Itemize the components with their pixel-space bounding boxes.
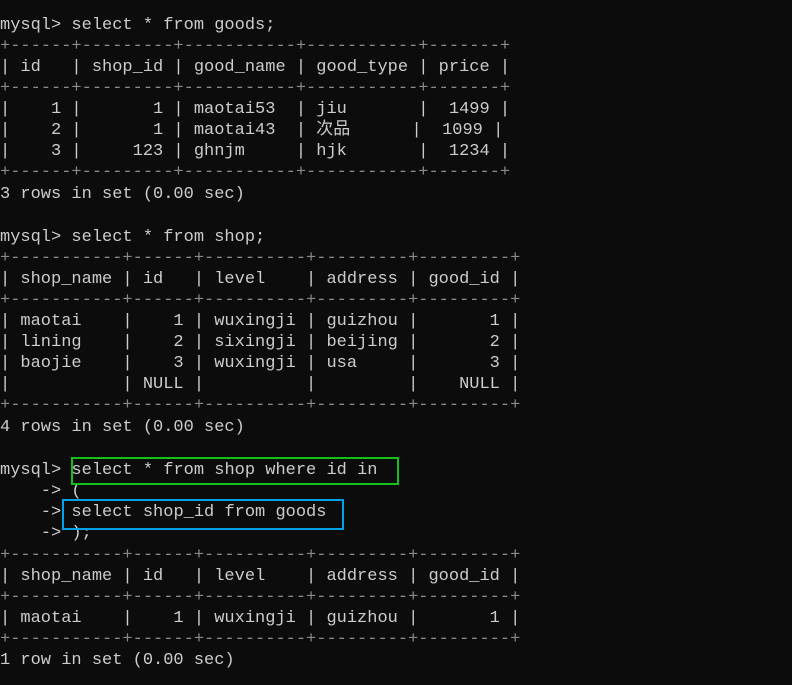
- table-border: +------+---------+-----------+----------…: [0, 163, 511, 182]
- table-border: +-----------+------+----------+---------…: [0, 396, 521, 415]
- continuation-line: -> select shop_id from goods: [0, 502, 327, 523]
- command-line-goods: mysql> select * from goods;: [0, 16, 276, 35]
- table-border: +------+---------+-----------+----------…: [0, 79, 511, 98]
- table-row: | 1 | 1 | maotai53 | jiu | 1499 |: [0, 100, 511, 119]
- terminal-window[interactable]: mysql> select * from goods; +------+----…: [0, 0, 792, 685]
- table-row: | 2 | 1 | maotai43 | 次品 | 1099 |: [0, 121, 504, 140]
- table-border: +-----------+------+----------+---------…: [0, 546, 521, 565]
- result-status: 4 rows in set (0.00 sec): [0, 418, 245, 437]
- mysql-prompt: mysql>: [0, 461, 72, 480]
- query-text-outer: select * from shop where id in: [71, 461, 378, 480]
- query-text-inner: select shop_id from goods: [71, 503, 327, 522]
- continuation-line: -> );: [0, 524, 92, 543]
- table-header: | shop_name | id | level | address | goo…: [0, 270, 521, 289]
- continuation-prompt: ->: [0, 503, 72, 522]
- table-row: | lining | 2 | sixingji | beijing | 2 |: [0, 333, 521, 352]
- continuation-line: -> (: [0, 482, 82, 501]
- table-border: +-----------+------+----------+---------…: [0, 291, 521, 310]
- table-header: | id | shop_id | good_name | good_type |…: [0, 58, 511, 77]
- table-border: +------+---------+-----------+----------…: [0, 37, 511, 56]
- table-border: +-----------+------+----------+---------…: [0, 588, 521, 607]
- table-header: | shop_name | id | level | address | goo…: [0, 567, 521, 586]
- command-line-subquery: mysql> select * from shop where id in: [0, 460, 377, 481]
- command-line-shop: mysql> select * from shop;: [0, 228, 266, 247]
- table-row: | | NULL | | | NULL |: [0, 375, 521, 394]
- table-row: | maotai | 1 | wuxingji | guizhou | 1 |: [0, 609, 521, 628]
- table-row: | baojie | 3 | wuxingji | usa | 3 |: [0, 354, 521, 373]
- table-row: | maotai | 1 | wuxingji | guizhou | 1 |: [0, 312, 521, 331]
- table-border: +-----------+------+----------+---------…: [0, 249, 521, 268]
- result-status: 3 rows in set (0.00 sec): [0, 185, 245, 204]
- table-border: +-----------+------+----------+---------…: [0, 630, 521, 649]
- result-status: 1 row in set (0.00 sec): [0, 651, 235, 670]
- table-row: | 3 | 123 | ghnjm | hjk | 1234 |: [0, 142, 511, 161]
